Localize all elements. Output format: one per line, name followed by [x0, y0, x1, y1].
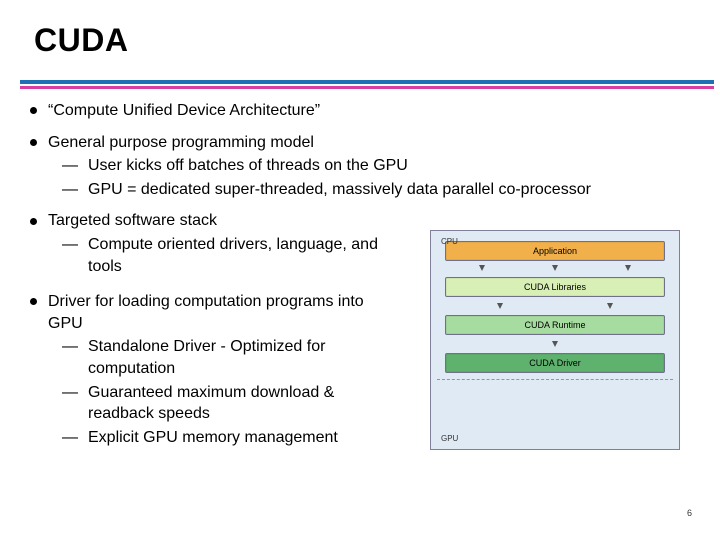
sub-bullet-item: Guaranteed maximum download & readback s…	[62, 382, 398, 425]
layer-driver: CUDA Driver	[445, 353, 665, 373]
gpu-label: GPU	[441, 434, 458, 443]
bullet-text: Targeted software stack	[48, 212, 217, 229]
arrow-down-icon	[552, 341, 558, 347]
rule-blue	[20, 80, 714, 84]
sub-bullet-item: GPU = dedicated super-threaded, massivel…	[62, 179, 694, 201]
slide-title: CUDA	[34, 22, 128, 59]
arrow-down-icon	[552, 265, 558, 271]
cpu-label: CPU	[441, 237, 458, 246]
sub-bullet-item: Compute oriented drivers, language, and …	[62, 234, 398, 277]
bullet-text: Driver for loading computation programs …	[48, 293, 364, 332]
bullet-item: Targeted software stack Compute oriented …	[26, 210, 398, 277]
bullet-item: “Compute Unified Device Architecture”	[26, 100, 694, 122]
arrow-row	[445, 301, 665, 311]
sub-bullet-item: User kicks off batches of threads on the…	[62, 155, 694, 177]
slide: CUDA “Compute Unified Device Architectur…	[0, 0, 720, 540]
sub-bullet-item: Standalone Driver - Optimized for comput…	[62, 336, 398, 379]
sub-bullet-list: User kicks off batches of threads on the…	[62, 155, 694, 200]
bullet-item: General purpose programming model User ki…	[26, 132, 694, 201]
arrow-down-icon	[625, 265, 631, 271]
layer-application: Application	[445, 241, 665, 261]
sub-bullet-list: Compute oriented drivers, language, and …	[62, 234, 398, 277]
title-rule	[20, 80, 714, 89]
arrow-down-icon	[479, 265, 485, 271]
bullet-item: Driver for loading computation programs …	[26, 291, 398, 448]
page-number: 6	[687, 508, 692, 518]
architecture-diagram: CPU Application CUDA Libraries CUDA Runt…	[430, 230, 680, 450]
rule-pink	[20, 86, 714, 89]
layer-libraries: CUDA Libraries	[445, 277, 665, 297]
bullet-text: “Compute Unified Device Architecture”	[48, 102, 320, 119]
arrow-down-icon	[497, 303, 503, 309]
sub-bullet-item: Explicit GPU memory management	[62, 427, 398, 449]
arrow-down-icon	[607, 303, 613, 309]
bullet-text: General purpose programming model	[48, 134, 314, 151]
layer-runtime: CUDA Runtime	[445, 315, 665, 335]
gpu-area	[437, 379, 673, 420]
arrow-row	[445, 339, 665, 349]
sub-bullet-list: Standalone Driver - Optimized for comput…	[62, 336, 398, 448]
arrow-row	[445, 263, 665, 273]
